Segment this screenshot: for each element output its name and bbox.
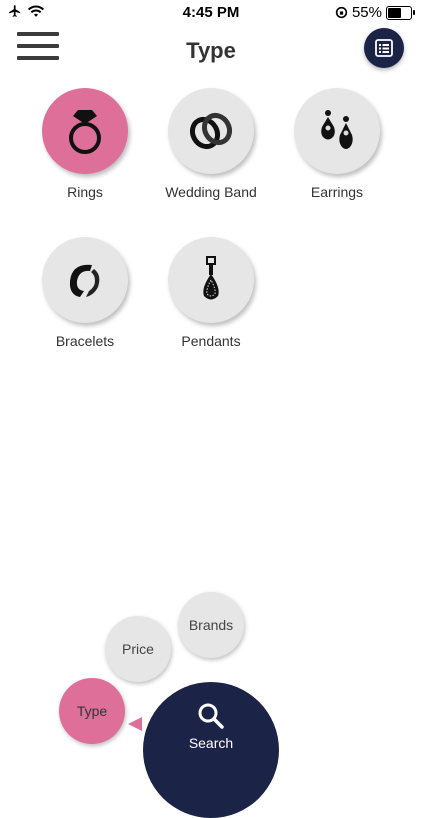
brands-filter-button[interactable]: Brands xyxy=(178,592,244,658)
bracelet-icon xyxy=(69,264,100,297)
category-earrings[interactable]: Earrings xyxy=(277,88,397,200)
type-filter-button[interactable]: Type xyxy=(59,678,125,744)
category-earrings-circle[interactable] xyxy=(294,88,380,174)
pendant-icon xyxy=(203,256,219,300)
category-label: Bracelets xyxy=(55,333,115,349)
page-title: Type xyxy=(186,38,236,63)
category-rings[interactable]: Rings xyxy=(25,88,145,200)
brands-label: Brands xyxy=(188,617,234,633)
category-label: Pendants xyxy=(181,333,241,349)
search-icon xyxy=(198,703,224,729)
wedding-band-icon xyxy=(189,112,233,150)
category-wedding-band[interactable]: Wedding Band xyxy=(151,88,271,200)
status-bar: 4:45 PM 55% xyxy=(0,0,422,26)
price-label: Price xyxy=(122,641,154,657)
ring-icon xyxy=(69,110,101,154)
category-rings-circle[interactable] xyxy=(42,88,128,174)
category-label: Rings xyxy=(67,184,103,200)
category-wedding-band-circle[interactable] xyxy=(168,88,254,174)
category-pendants-circle[interactable] xyxy=(168,237,254,323)
list-view-button[interactable] xyxy=(364,28,404,68)
price-filter-button[interactable]: Price xyxy=(105,616,171,682)
category-bracelets-circle[interactable] xyxy=(42,237,128,323)
category-label: Wedding Band xyxy=(165,184,257,200)
orientation-lock-icon xyxy=(335,6,348,19)
category-bracelets[interactable]: Bracelets xyxy=(25,237,145,349)
earrings-icon xyxy=(321,110,353,149)
category-label: Earrings xyxy=(310,184,364,200)
search-button[interactable]: Search xyxy=(143,682,279,818)
type-label: Type xyxy=(76,703,108,719)
battery-icon xyxy=(386,5,415,20)
list-icon xyxy=(375,39,393,57)
search-label: Search xyxy=(188,735,234,751)
battery-percent: 55% xyxy=(351,4,382,21)
category-pendants[interactable]: Pendants xyxy=(151,237,271,349)
type-selected-pointer xyxy=(128,717,142,731)
